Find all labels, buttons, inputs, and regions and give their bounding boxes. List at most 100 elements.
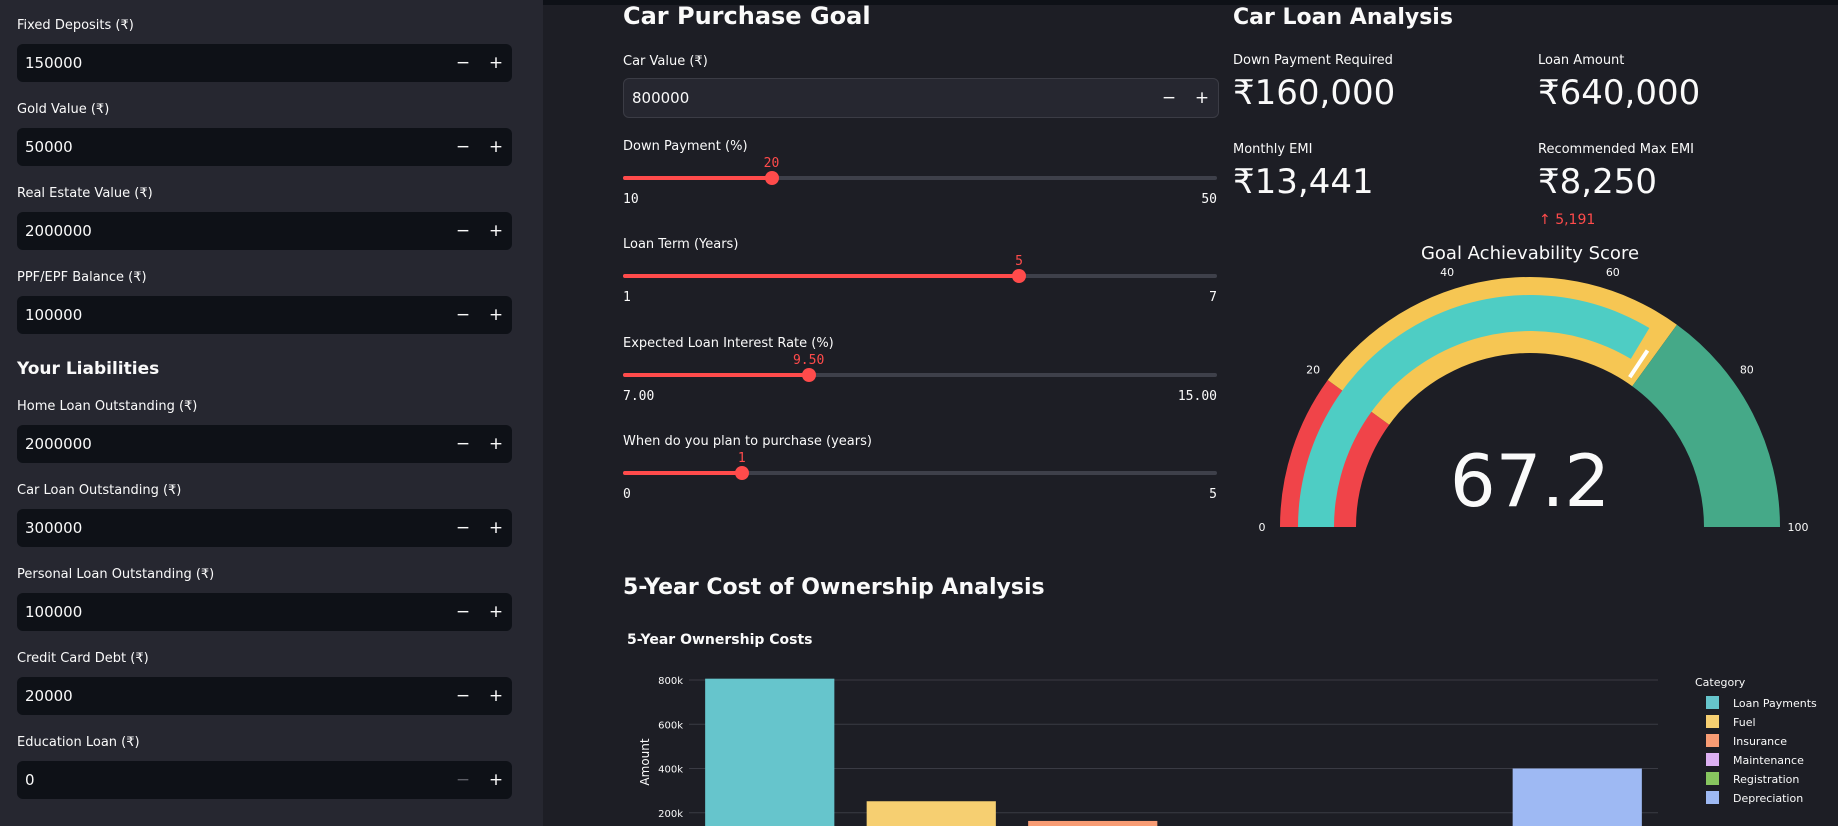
monthly-emi-label: Monthly EMI <box>1233 142 1313 157</box>
car-loan-decrement-button[interactable]: − <box>447 509 479 547</box>
cost-chart-title: 5-Year Ownership Costs <box>627 632 813 648</box>
gold-value-value[interactable]: 50000 <box>25 138 73 156</box>
home-loan-increment-button[interactable]: + <box>480 425 512 463</box>
personal-loan-increment-button[interactable]: + <box>480 593 512 631</box>
legend-item[interactable]: Fuel <box>1733 716 1756 729</box>
fixed-deposits-increment-button[interactable]: + <box>480 44 512 82</box>
credit-card-value[interactable]: 20000 <box>25 687 73 705</box>
interest-rate-track[interactable] <box>623 368 1217 382</box>
ppf-epf-increment-button[interactable]: + <box>480 296 512 334</box>
credit-card-decrement-button[interactable]: − <box>447 677 479 715</box>
loan-term-current-value: 5 <box>1015 254 1023 269</box>
real-estate-decrement-button[interactable]: − <box>447 212 479 250</box>
car-value-input[interactable]: 800000 − + <box>623 78 1219 118</box>
interest-rate-min: 7.00 <box>623 389 655 404</box>
loan-term-fill <box>623 274 1020 278</box>
fixed-deposits-label: Fixed Deposits (₹) <box>17 18 134 33</box>
down-payment-track[interactable] <box>623 171 1217 185</box>
education-loan-input[interactable]: 0 − + <box>17 761 512 799</box>
education-loan-increment-button[interactable]: + <box>480 761 512 799</box>
car-loan-increment-button[interactable]: + <box>480 509 512 547</box>
loan-term-track[interactable] <box>623 269 1217 283</box>
personal-loan-input[interactable]: 100000 − + <box>17 593 512 631</box>
personal-loan-decrement-button[interactable]: − <box>447 593 479 631</box>
goal-title: Car Purchase Goal <box>623 2 871 30</box>
bar-loan-payments[interactable] <box>705 678 835 826</box>
car-value-increment-button[interactable]: + <box>1186 79 1218 117</box>
legend-swatch <box>1706 753 1719 766</box>
gauge-value: 67.2 <box>1450 439 1610 523</box>
interest-rate-fill <box>623 373 809 377</box>
car-value-value[interactable]: 800000 <box>632 89 689 107</box>
ppf-epf-label: PPF/EPF Balance (₹) <box>17 270 147 285</box>
education-loan-value[interactable]: 0 <box>25 771 35 789</box>
personal-loan-label: Personal Loan Outstanding (₹) <box>17 567 215 582</box>
legend-swatch <box>1706 791 1719 804</box>
bar-insurance[interactable] <box>1028 820 1158 826</box>
cost-chart-bars <box>705 678 1642 826</box>
cost-section-title: 5-Year Cost of Ownership Analysis <box>623 575 1045 600</box>
down-payment-thumb[interactable] <box>764 171 779 185</box>
credit-card-increment-button[interactable]: + <box>480 677 512 715</box>
ppf-epf-decrement-button[interactable]: − <box>447 296 479 334</box>
legend-item[interactable]: Insurance <box>1733 735 1787 748</box>
interest-rate-label: Expected Loan Interest Rate (%) <box>623 336 834 351</box>
loan-term-max: 7 <box>1209 290 1217 305</box>
home-loan-decrement-button[interactable]: − <box>447 425 479 463</box>
car-loan-input[interactable]: 300000 − + <box>17 509 512 547</box>
home-loan-input[interactable]: 2000000 − + <box>17 425 512 463</box>
emi-delta: ↑ 5,191 <box>1539 212 1595 228</box>
loan-term-min: 1 <box>623 290 631 305</box>
loan-amount-value: ₹640,000 <box>1538 73 1701 113</box>
gauge-tick-label: 0 <box>1259 521 1266 534</box>
loan-amount-label: Loan Amount <box>1538 53 1625 68</box>
real-estate-increment-button[interactable]: + <box>480 212 512 250</box>
home-loan-value[interactable]: 2000000 <box>25 435 92 453</box>
down-payment-fill <box>623 176 772 180</box>
gold-value-input[interactable]: 50000 − + <box>17 128 512 166</box>
liabilities-heading: Your Liabilities <box>17 359 160 379</box>
gauge-tick-label: 20 <box>1306 363 1320 376</box>
fixed-deposits-decrement-button[interactable]: − <box>447 44 479 82</box>
interest-rate-thumb[interactable] <box>801 368 816 382</box>
recommended-max-emi-label: Recommended Max EMI <box>1538 142 1695 157</box>
ppf-epf-input[interactable]: 100000 − + <box>17 296 512 334</box>
purchase-timing-current-value: 1 <box>737 451 746 466</box>
education-loan-decrement-button[interactable]: − <box>447 761 479 799</box>
legend-item[interactable]: Depreciation <box>1733 792 1803 805</box>
purchase-timing-thumb[interactable] <box>734 466 749 480</box>
real-estate-value[interactable]: 2000000 <box>25 222 92 240</box>
arrow-up-icon: ↑ <box>1539 212 1551 228</box>
personal-loan-value[interactable]: 100000 <box>25 603 82 621</box>
purchase-timing-track[interactable] <box>623 466 1217 480</box>
ppf-epf-value[interactable]: 100000 <box>25 306 82 324</box>
monthly-emi-value: ₹13,441 <box>1233 162 1374 202</box>
car-value-decrement-button[interactable]: − <box>1153 79 1185 117</box>
y-axis-label: Amount <box>638 738 652 785</box>
down-payment-min: 10 <box>623 192 639 207</box>
gauge-tick-label: 40 <box>1440 266 1454 279</box>
legend-item[interactable]: Maintenance <box>1733 754 1804 767</box>
down-payment-current-value: 20 <box>763 156 780 171</box>
fixed-deposits-input[interactable]: 150000 − + <box>17 44 512 82</box>
fixed-deposits-value[interactable]: 150000 <box>25 54 82 72</box>
gold-value-decrement-button[interactable]: − <box>447 128 479 166</box>
gold-value-label: Gold Value (₹) <box>17 102 110 117</box>
legend-item[interactable]: Loan Payments <box>1733 697 1817 710</box>
gold-value-increment-button[interactable]: + <box>480 128 512 166</box>
purchase-timing-label: When do you plan to purchase (years) <box>623 434 872 449</box>
bar-depreciation[interactable] <box>1512 768 1642 826</box>
real-estate-input[interactable]: 2000000 − + <box>17 212 512 250</box>
loan-term-thumb[interactable] <box>1012 269 1027 283</box>
credit-card-input[interactable]: 20000 − + <box>17 677 512 715</box>
legend-swatch <box>1706 772 1719 785</box>
car-loan-value[interactable]: 300000 <box>25 519 82 537</box>
legend-item[interactable]: Registration <box>1733 773 1799 786</box>
gauge-tick-label: 60 <box>1606 266 1620 279</box>
cost-bar-chart: 200k 400k 600k 800k Loan Payments Fuel Insura… <box>638 676 1817 826</box>
legend-swatch <box>1706 734 1719 747</box>
bar-fuel[interactable] <box>866 801 996 826</box>
credit-card-label: Credit Card Debt (₹) <box>17 651 149 666</box>
y-tick-label: 400k <box>658 765 683 776</box>
purchase-timing-max: 5 <box>1209 487 1217 502</box>
